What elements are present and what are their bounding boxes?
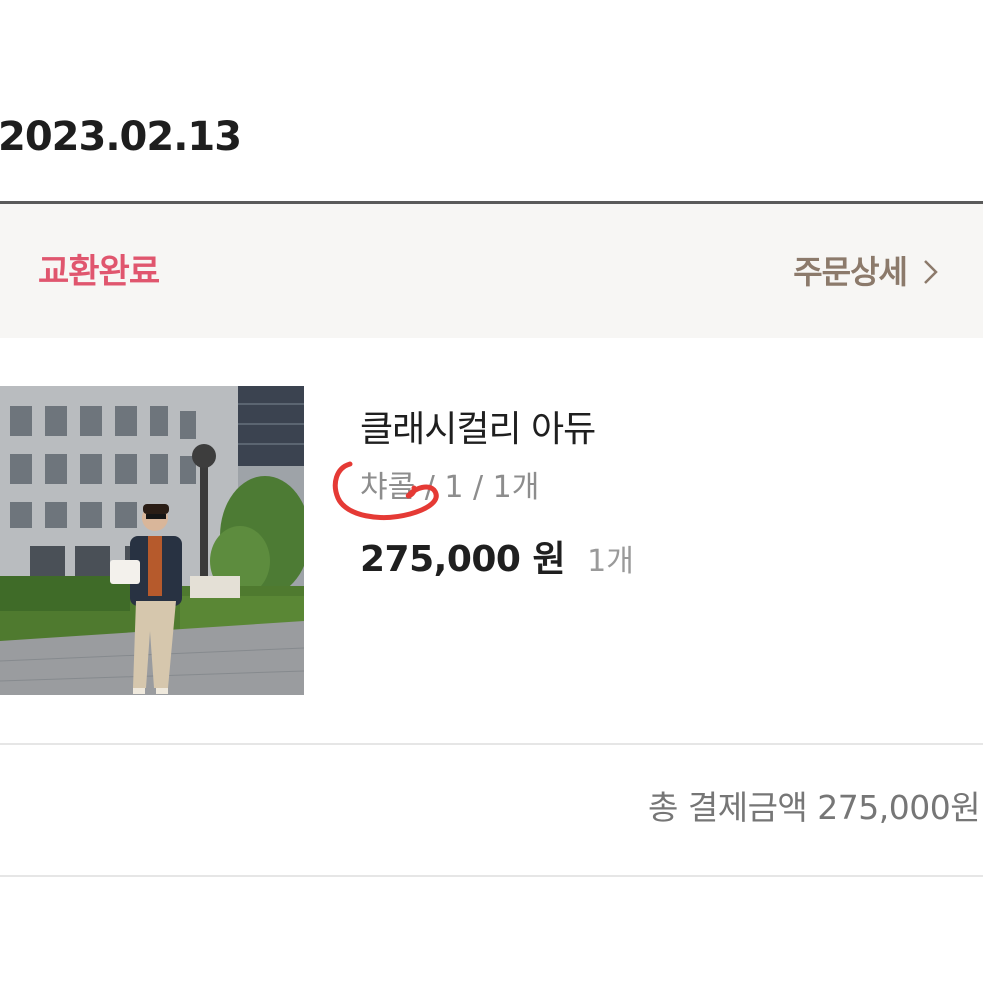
product-info: 클래시컬리 아듀 챠콜 / 1 / 1개 275,000 원 1개 (332, 408, 634, 582)
product-quantity: 1개 (587, 544, 634, 579)
order-date: 2023.02.13 (0, 114, 242, 160)
order-date-header: 2023.02.13 (0, 0, 983, 202)
order-item: 클래시컬리 아듀 챠콜 / 1 / 1개 275,000 원 1개 (0, 338, 983, 743)
total-payment: 총 결제금액 275,000원 (648, 788, 981, 827)
order-status-bar: 교환완료 주문상세 (0, 204, 983, 338)
product-option-text: 챠콜 / 1 / 1개 (360, 470, 540, 505)
order-detail-label: 주문상세 (793, 253, 908, 291)
product-price: 275,000 원 (360, 539, 566, 580)
payment-summary: 총 결제금액 275,000원 (0, 745, 983, 875)
price-row: 275,000 원 1개 (360, 530, 634, 582)
chevron-right-icon (924, 260, 938, 284)
product-photo (0, 386, 304, 695)
product-option: 챠콜 / 1 / 1개 (332, 461, 634, 520)
product-name[interactable]: 클래시컬리 아듀 (360, 408, 634, 452)
order-detail-link[interactable]: 주문상세 (793, 250, 943, 294)
product-thumbnail[interactable] (0, 386, 304, 695)
order-status-label: 교환완료 (38, 252, 160, 292)
summary-divider (0, 875, 983, 877)
